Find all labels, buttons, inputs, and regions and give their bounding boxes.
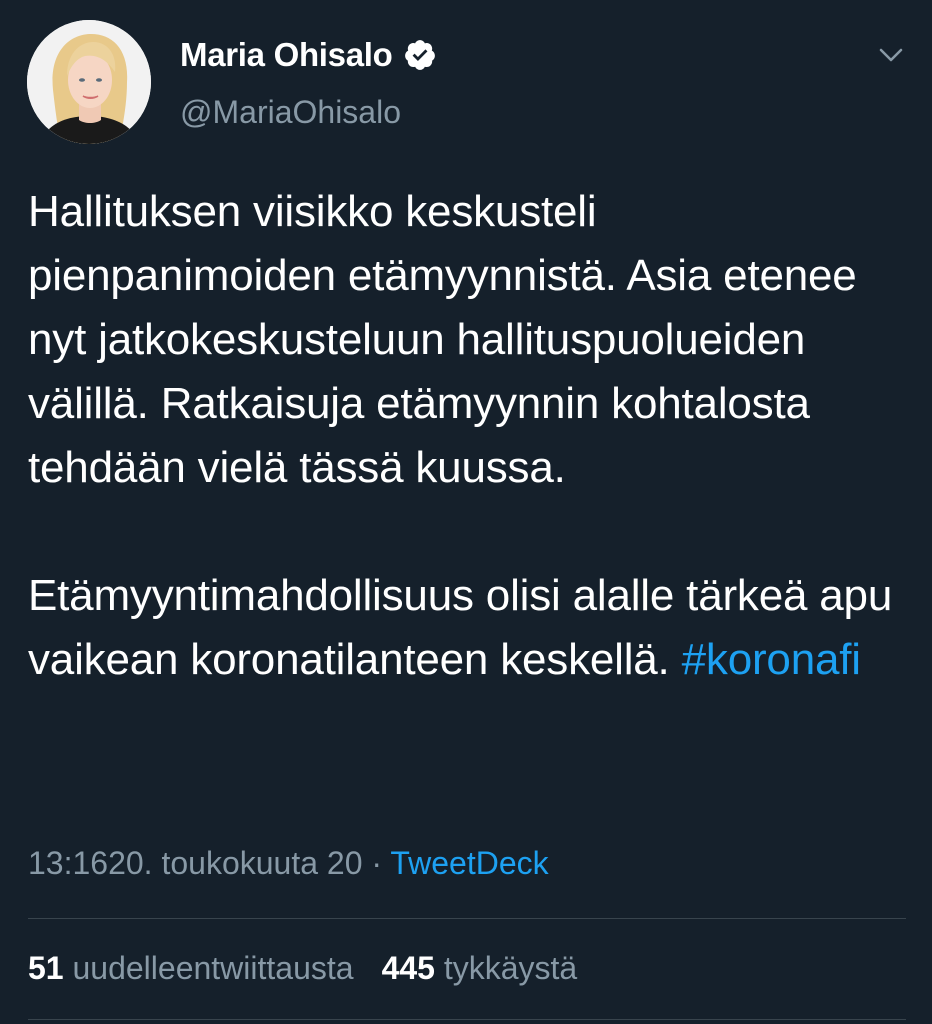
tweet-time[interactable]: 13:16 xyxy=(28,845,108,881)
tweet-stats: 51 uudelleentwiittausta 445 tykkäystä xyxy=(28,950,577,987)
retweets-stat[interactable]: 51 uudelleentwiittausta xyxy=(28,950,354,986)
tweet-meta: 13:1620. toukokuuta 20 · TweetDeck xyxy=(28,845,549,882)
divider xyxy=(28,1019,906,1020)
chevron-down-icon[interactable] xyxy=(876,40,906,70)
avatar[interactable] xyxy=(27,20,151,144)
likes-count: 445 xyxy=(381,950,435,986)
tweet-detail: Maria Ohisalo @MariaOhisalo Hallituksen … xyxy=(0,0,932,1024)
hashtag-link[interactable]: #koronafi xyxy=(682,635,861,684)
likes-label: tykkäystä xyxy=(443,950,578,986)
author-handle[interactable]: @MariaOhisalo xyxy=(180,94,401,131)
tweet-date[interactable]: 20. toukokuuta 20 xyxy=(108,845,362,881)
author-name-row[interactable]: Maria Ohisalo xyxy=(180,36,437,74)
meta-separator: · xyxy=(371,845,383,881)
divider xyxy=(28,918,906,919)
display-name[interactable]: Maria Ohisalo xyxy=(180,36,393,74)
likes-stat[interactable]: 445 tykkäystä xyxy=(382,950,578,986)
tweet-paragraph: Etämyyntimahdollisuus olisi alalle tärke… xyxy=(28,564,908,692)
retweets-count: 51 xyxy=(28,950,64,986)
tweet-paragraph: Hallituksen viisikko keskusteli pienpani… xyxy=(28,187,857,492)
verified-badge-icon xyxy=(404,40,435,70)
source-link[interactable]: TweetDeck xyxy=(390,845,548,881)
profile-photo-icon xyxy=(27,20,151,144)
tweet-text: Hallituksen viisikko keskusteli pienpani… xyxy=(28,180,908,692)
retweets-label: uudelleentwiittausta xyxy=(72,950,354,986)
